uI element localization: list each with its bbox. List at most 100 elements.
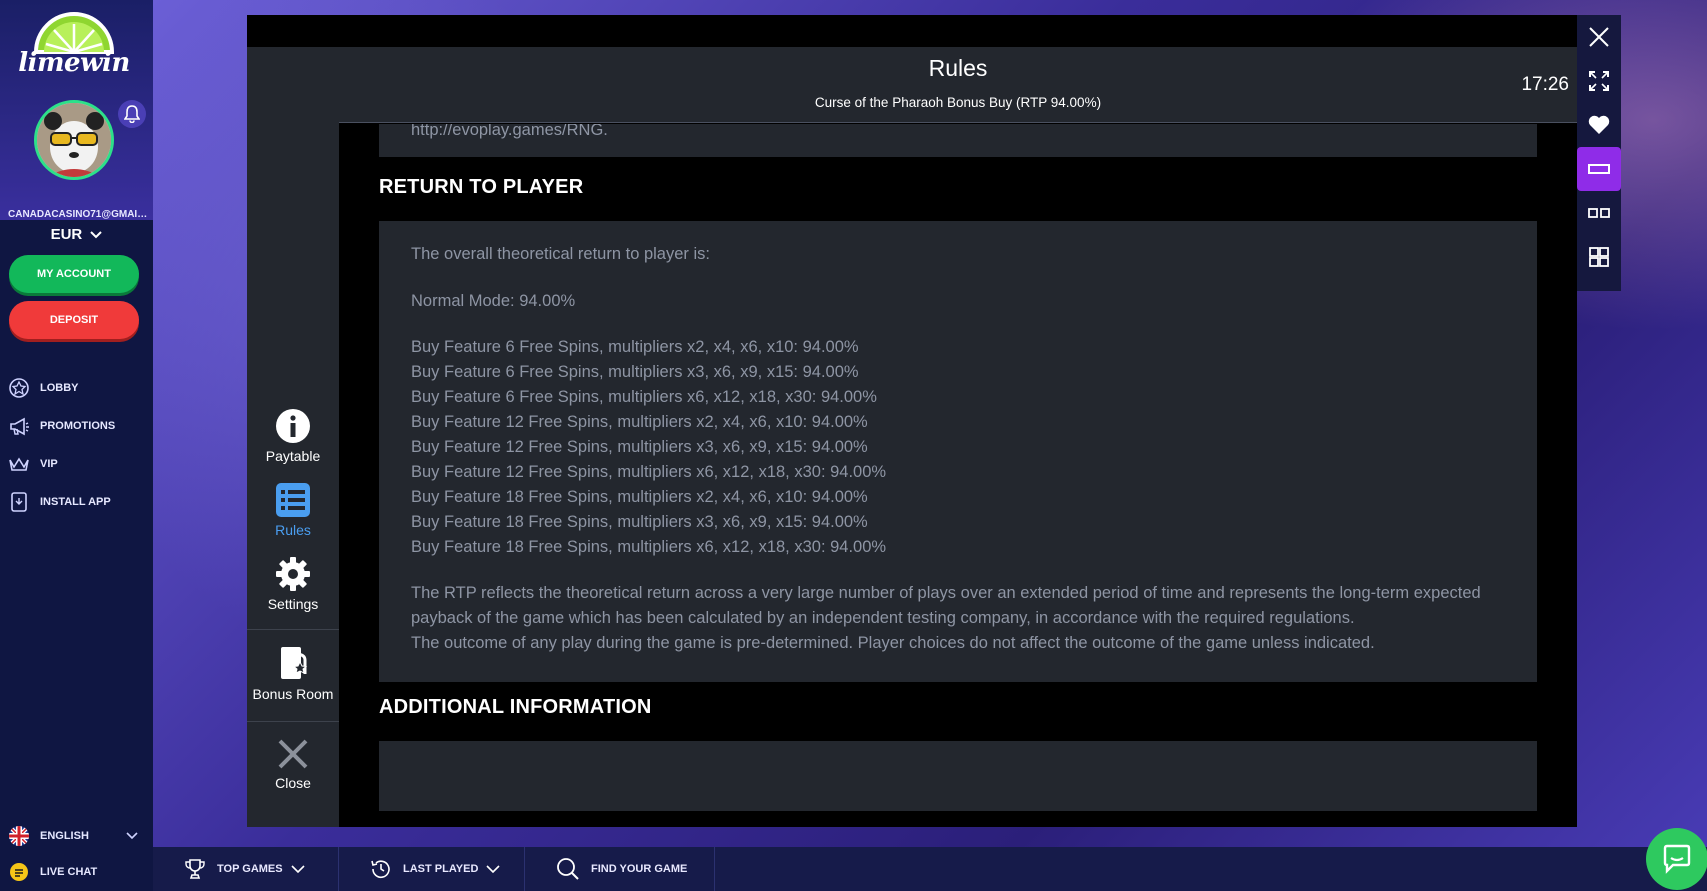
paytable-label: Paytable (265, 448, 321, 464)
rtp-intro: The overall theoretical return to player… (411, 245, 710, 263)
game-subtitle: Curse of the Pharaoh Bonus Buy (RTP 94.0… (814, 95, 1102, 110)
bell-icon (124, 105, 140, 123)
rules-scroll-area[interactable]: http://evoplay.games/RNG. RETURN TO PLAY… (339, 124, 1577, 811)
rtp-feature-line: Buy Feature 12 Free Spins, multipliers x… (411, 413, 868, 431)
rtp-feature-list: Buy Feature 6 Free Spins, multipliers x2… (411, 335, 1505, 560)
chevron-down-icon (126, 832, 138, 840)
quad-screen-icon (1589, 247, 1609, 267)
rtp-normal-mode: Normal Mode: 94.00% (411, 292, 576, 310)
quad-view-button[interactable] (1577, 235, 1621, 279)
rtp-feature-line: Buy Feature 18 Free Spins, multipliers x… (411, 488, 868, 506)
game-side-menu: Paytable Rules Settings Bonus Room Close (247, 47, 339, 827)
trophy-icon (183, 857, 207, 881)
chat-icon (8, 861, 30, 883)
additional-info-box (379, 741, 1537, 811)
fullscreen-button[interactable] (1577, 59, 1621, 103)
clock: 17:26 (1521, 74, 1569, 95)
fullscreen-icon (1589, 71, 1609, 91)
rtp-description: The RTP reflects the theoretical return … (411, 584, 1481, 627)
phone-icon (8, 491, 30, 513)
sidebar-item-label: PROMOTIONS (40, 420, 116, 432)
game-window: Paytable Rules Settings Bonus Room Close… (247, 15, 1577, 827)
deposit-button[interactable]: DEPOSIT (9, 301, 139, 339)
history-icon (369, 857, 393, 881)
sidebar-item-promotions[interactable]: PROMOTIONS (8, 413, 148, 439)
rtp-feature-line: Buy Feature 12 Free Spins, multipliers x… (411, 463, 887, 481)
top-games-label: TOP GAMES (217, 863, 283, 875)
gear-icon (247, 556, 339, 592)
chevron-down-icon (486, 864, 500, 874)
chevron-down-icon (291, 864, 305, 874)
panda-avatar-icon (37, 103, 111, 177)
limewin-logo[interactable]: limewin (18, 8, 130, 80)
notifications-bell-button[interactable] (118, 100, 146, 128)
rules-label: Rules (275, 522, 311, 538)
info-icon (247, 408, 339, 444)
logo-text: limewin (18, 48, 130, 78)
rtp-heading: RETURN TO PLAYER (379, 176, 584, 198)
find-game-search[interactable]: FIND YOUR GAME (525, 847, 715, 891)
additional-info-heading: ADDITIONAL INFORMATION (379, 696, 652, 718)
sidebar-item-label: VIP (40, 458, 58, 470)
rules-header: Rules Curse of the Pharaoh Bonus Buy (RT… (339, 47, 1577, 123)
settings-label: Settings (267, 596, 319, 612)
my-account-button[interactable]: MY ACCOUNT (9, 255, 139, 293)
settings-button[interactable]: Settings (247, 556, 339, 612)
close-icon (1589, 27, 1609, 47)
rtp-feature-line: Buy Feature 6 Free Spins, multipliers x6… (411, 388, 877, 406)
bonus-card-icon (247, 644, 339, 682)
bottom-bar: TOP GAMES LAST PLAYED FIND YOUR GAME (153, 847, 1707, 891)
bonus-room-button[interactable]: Bonus Room (247, 644, 339, 702)
list-icon (247, 482, 339, 518)
crown-icon (8, 453, 30, 475)
rtp-feature-line: Buy Feature 18 Free Spins, multipliers x… (411, 538, 887, 556)
sidebar-item-label: LOBBY (40, 382, 79, 394)
language-label: ENGLISH (40, 830, 89, 842)
currency-label: EUR (50, 226, 83, 243)
page-title: Rules (928, 55, 988, 81)
rtp-feature-line: Buy Feature 6 Free Spins, multipliers x2… (411, 338, 859, 356)
avatar[interactable] (34, 100, 114, 180)
rtp-feature-line: Buy Feature 18 Free Spins, multipliers x… (411, 513, 868, 531)
search-icon (555, 856, 581, 882)
dual-screen-icon (1588, 208, 1610, 218)
lobby-icon (8, 377, 30, 399)
last-played-label: LAST PLAYED (403, 863, 479, 875)
rules-button[interactable]: Rules (247, 482, 339, 538)
paytable-button[interactable]: Paytable (247, 408, 339, 464)
rtp-outcome: The outcome of any play during the game … (411, 634, 1375, 652)
dual-view-button[interactable] (1577, 191, 1621, 235)
menu-divider (247, 629, 339, 630)
close-menu-button[interactable]: Close (247, 737, 339, 791)
rng-box: http://evoplay.games/RNG. (379, 124, 1537, 157)
single-view-button[interactable] (1577, 147, 1621, 191)
chat-bubble-icon (1663, 844, 1691, 874)
sidebar-item-label: INSTALL APP (40, 496, 111, 508)
sidebar-item-vip[interactable]: VIP (8, 451, 148, 477)
close-label: Close (275, 775, 311, 791)
rng-link[interactable]: http://evoplay.games/RNG. (411, 124, 1505, 143)
top-games-dropdown[interactable]: TOP GAMES (153, 847, 339, 891)
currency-selector[interactable]: EUR (0, 226, 153, 243)
rtp-box: The overall theoretical return to player… (379, 221, 1537, 682)
live-chat-label: LIVE CHAT (40, 866, 98, 878)
chevron-down-icon (90, 231, 103, 239)
live-chat-bubble-button[interactable] (1646, 828, 1707, 890)
single-screen-icon (1588, 164, 1610, 174)
user-email: CANADACASINO71@GMAIL... (8, 209, 148, 220)
menu-divider (247, 721, 339, 722)
close-game-button[interactable] (1577, 15, 1621, 59)
heart-icon (1588, 115, 1610, 134)
uk-flag-icon (8, 825, 30, 847)
sidebar-item-lobby[interactable]: LOBBY (8, 375, 148, 401)
close-icon (247, 737, 339, 771)
sidebar: limewin CANADACASINO71@GMAIL... EUR MY A… (0, 0, 153, 891)
live-chat-link[interactable]: LIVE CHAT (8, 859, 148, 885)
rtp-feature-line: Buy Feature 6 Free Spins, multipliers x3… (411, 363, 859, 381)
favorite-button[interactable] (1577, 103, 1621, 147)
sidebar-item-install-app[interactable]: INSTALL APP (8, 489, 148, 515)
bonus-room-label: Bonus Room (252, 686, 334, 702)
last-played-dropdown[interactable]: LAST PLAYED (339, 847, 525, 891)
rtp-feature-line: Buy Feature 12 Free Spins, multipliers x… (411, 438, 868, 456)
language-selector[interactable]: ENGLISH (8, 823, 148, 849)
